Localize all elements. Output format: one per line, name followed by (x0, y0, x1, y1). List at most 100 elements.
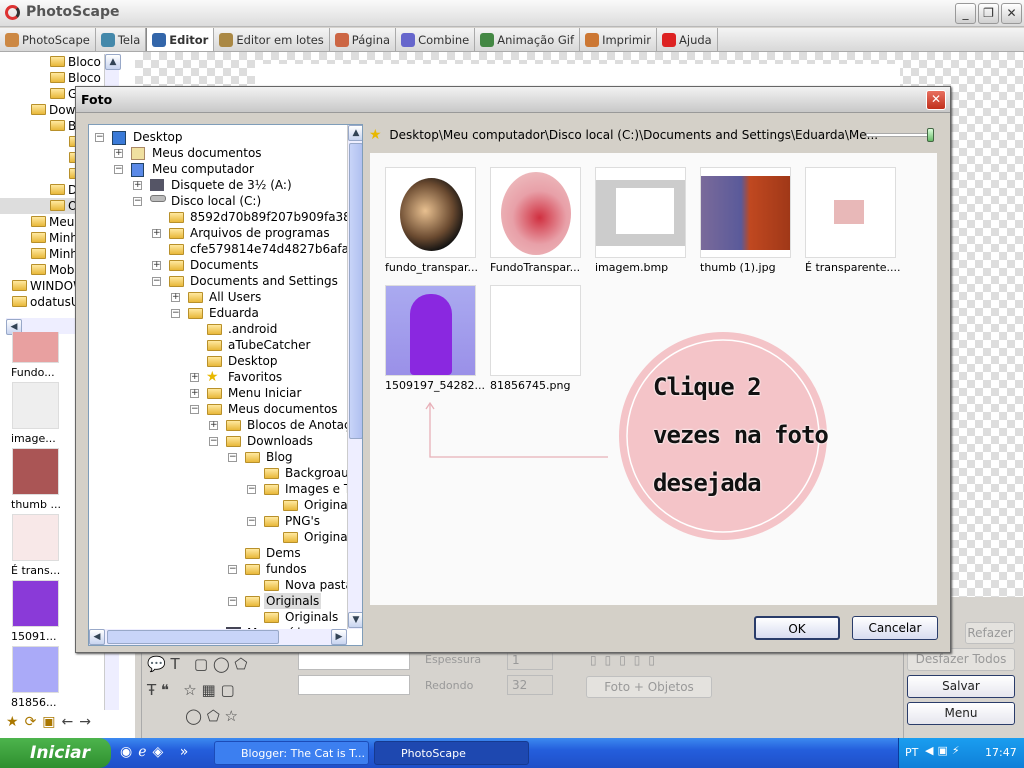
scroll-left-icon[interactable]: ◀ (89, 629, 105, 645)
tree-node[interactable]: − fundos (89, 561, 347, 577)
tree-item[interactable]: Bloco de (0, 54, 104, 70)
salvar-button[interactable]: Salvar (907, 675, 1015, 698)
file-thumbnail[interactable] (490, 167, 581, 258)
menu-button[interactable]: Menu (907, 702, 1015, 725)
file-thumbnail[interactable] (700, 167, 791, 258)
close-button[interactable]: ✕ (1001, 3, 1022, 24)
expand-icon[interactable]: + (114, 149, 123, 158)
refresh-icon[interactable]: ⟳ (25, 714, 43, 730)
object-tool-icons[interactable]: ▯▯▯▯▯ (590, 653, 663, 667)
tree-node[interactable]: − Meu computador (89, 161, 347, 177)
tree-node[interactable]: − Eduarda (89, 305, 347, 321)
tab-combine[interactable]: Combine (396, 28, 476, 51)
collapse-icon[interactable]: − (228, 565, 237, 574)
tab-photoscape[interactable]: PhotoScape (0, 28, 96, 51)
ok-button[interactable]: OK (754, 616, 840, 640)
collapse-icon[interactable]: − (171, 309, 180, 318)
collapse-icon[interactable]: − (228, 453, 237, 462)
collapse-icon[interactable]: − (95, 133, 104, 142)
dialog-tree-hscroll[interactable]: ◀ ▶ (89, 629, 347, 645)
tab-imprimir[interactable]: Imprimir (580, 28, 658, 51)
thumbnail-size-slider[interactable] (866, 128, 934, 142)
foto-objetos-button[interactable]: Foto + Objetos (586, 676, 712, 698)
tree-node[interactable]: + Disquete de 3½ (A:) (89, 177, 347, 193)
scroll-up-icon[interactable]: ▲ (348, 125, 362, 141)
tray-icons[interactable]: ◀▣⚡ (925, 744, 964, 757)
scroll-down-icon[interactable]: ▼ (348, 612, 362, 628)
expand-icon[interactable]: + (133, 181, 142, 190)
tree-node[interactable]: cfe579814e74d4827b6afa19 (89, 241, 347, 257)
tree-node[interactable]: Backgroaund (89, 465, 347, 481)
dialog-close-button[interactable]: ✕ (926, 90, 946, 110)
tree-node[interactable]: .android (89, 321, 347, 337)
tree-node[interactable]: − PNG's (89, 513, 347, 529)
tree-node[interactable]: + Menu Iniciar (89, 385, 347, 401)
tree-node[interactable]: + All Users (89, 289, 347, 305)
tree-node[interactable]: + ★ Favoritos (89, 369, 347, 385)
scroll-right-icon[interactable]: ▶ (331, 629, 347, 645)
collapse-icon[interactable]: − (247, 485, 256, 494)
espessura-spinner[interactable]: 1 (507, 650, 553, 670)
tree-node[interactable]: Dems (89, 545, 347, 561)
expand-icon[interactable]: + (209, 421, 218, 430)
tree-node[interactable]: Originals (89, 609, 347, 625)
task-photoscape[interactable]: PhotoScape (374, 741, 529, 765)
tree-node[interactable]: − Documents and Settings (89, 273, 347, 289)
file-thumbnail[interactable] (490, 285, 581, 376)
tree-node[interactable]: − Originals (89, 593, 347, 609)
expand-icon[interactable]: + (171, 293, 180, 302)
thumbnail[interactable] (12, 382, 59, 429)
tree-node[interactable]: + Meus documentos (89, 145, 347, 161)
file-thumbnail[interactable] (805, 167, 896, 258)
minimize-button[interactable]: _ (955, 3, 976, 24)
redondo-spinner[interactable]: 32 (507, 675, 553, 695)
tab-p-gina[interactable]: Página (330, 28, 397, 51)
tab-tela[interactable]: Tela (96, 28, 147, 51)
tree-node[interactable]: − Meus documentos (89, 401, 347, 417)
file-thumbnail[interactable] (595, 167, 686, 258)
language-indicator[interactable]: PT (905, 746, 918, 759)
file-thumbnail[interactable] (385, 285, 476, 376)
refazer-button[interactable]: Refazer (965, 622, 1015, 644)
tab-anima-o-gif[interactable]: Animação Gif (475, 28, 581, 51)
tree-node[interactable]: + Documents (89, 257, 347, 273)
collapse-icon[interactable]: − (133, 197, 142, 206)
tree-node[interactable]: − Images e Textos (89, 481, 347, 497)
task-blogger[interactable]: Blogger: The Cat is T... (214, 741, 369, 765)
expand-icon[interactable]: + (152, 229, 161, 238)
maximize-button[interactable]: ❐ (978, 3, 999, 24)
favorite-star-icon[interactable]: ★ (369, 127, 382, 143)
tab-editor[interactable]: Editor (146, 28, 215, 51)
hscroll-thumb[interactable] (107, 630, 279, 644)
tree-node[interactable]: Nova pasta (89, 577, 347, 593)
collapse-icon[interactable]: − (152, 277, 161, 286)
collapse-icon[interactable]: − (114, 165, 123, 174)
tree-node[interactable]: − Blog (89, 449, 347, 465)
tab-editor-em-lotes[interactable]: Editor em lotes (214, 28, 330, 51)
open-folder-icon[interactable]: ▣ (42, 714, 61, 730)
slider-handle[interactable] (927, 128, 934, 142)
start-button[interactable]: Iniciar (0, 738, 111, 768)
tree-node[interactable]: Originals (89, 529, 347, 545)
collapse-icon[interactable]: − (190, 405, 199, 414)
tree-node[interactable]: + Blocos de Anotações (89, 417, 347, 433)
tree-node[interactable]: aTubeCatcher (89, 337, 347, 353)
tab-ajuda[interactable]: Ajuda (657, 28, 718, 51)
collapse-icon[interactable]: − (228, 597, 237, 606)
tree-node[interactable]: − Disco local (C:) (89, 193, 347, 209)
thumbnail[interactable] (12, 448, 59, 495)
shape-tools[interactable]: 💬 T ▢ ◯ ⬠ Ŧ ❝ ☆ ▦ ▢ ◯ ⬠ ☆ (147, 651, 247, 729)
thumbnail[interactable] (12, 332, 59, 363)
favorite-icon[interactable]: ★ (6, 714, 25, 730)
dialog-tree-vscroll[interactable]: ▲ ▼ (347, 125, 362, 629)
tree-item[interactable]: Bloco de (0, 70, 104, 86)
thumbnail[interactable] (12, 646, 59, 693)
cancel-button[interactable]: Cancelar (852, 616, 938, 640)
color-select-2[interactable] (298, 675, 410, 695)
tree-node[interactable]: − Desktop (89, 129, 347, 145)
quicklaunch-icons[interactable]: ◉ℯ◈ » (120, 744, 194, 760)
expand-icon[interactable]: + (152, 261, 161, 270)
collapse-icon[interactable]: − (247, 517, 256, 526)
tree-node[interactable]: Originals (89, 497, 347, 513)
tree-node[interactable]: 8592d70b89f207b909fa38b0 (89, 209, 347, 225)
